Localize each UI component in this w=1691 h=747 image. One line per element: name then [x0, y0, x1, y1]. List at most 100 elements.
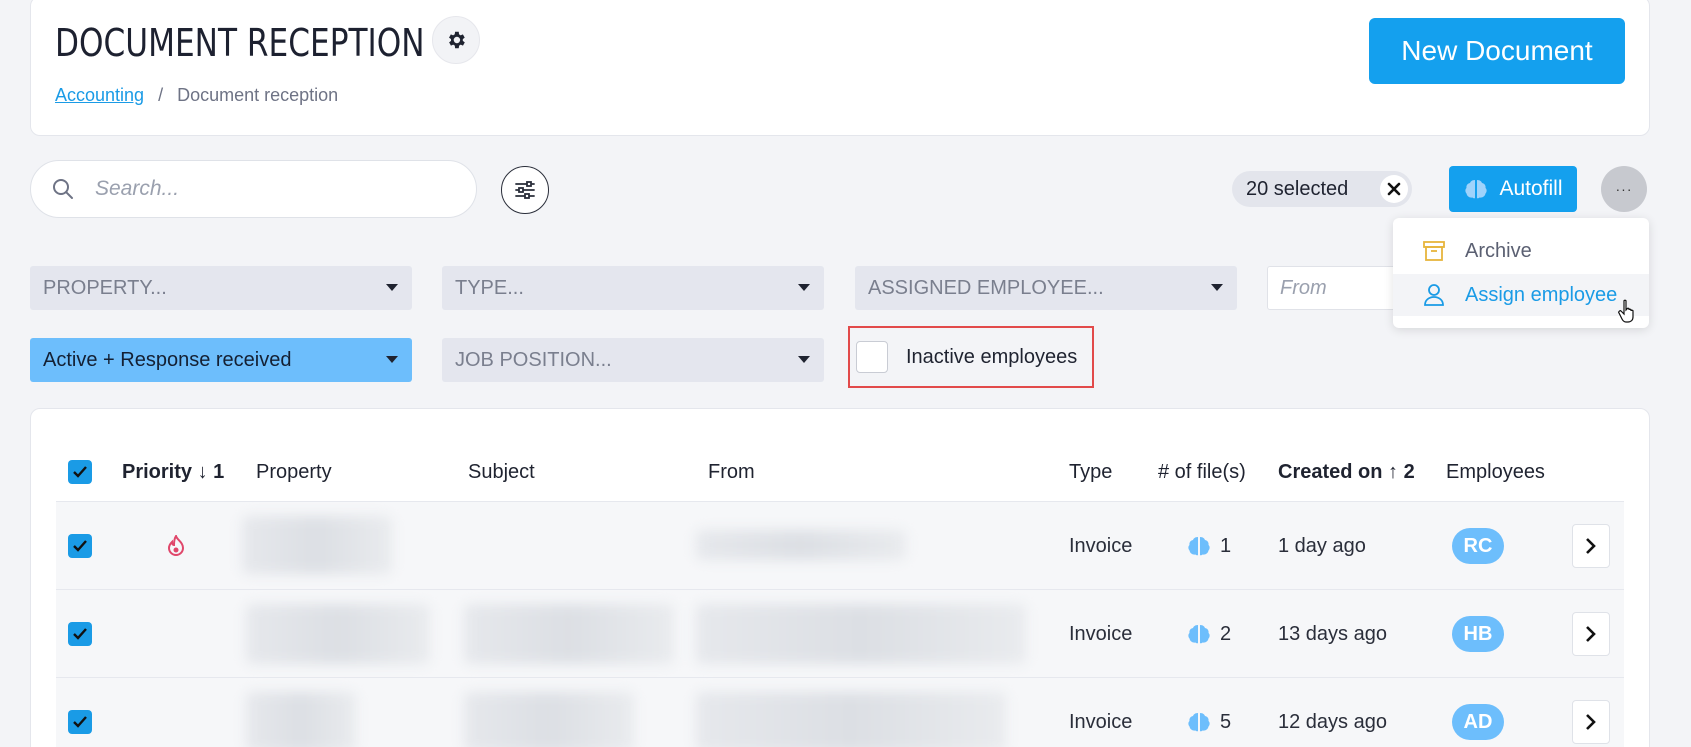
row-files-count: 5: [1220, 710, 1232, 733]
chevron-right-icon: [1586, 714, 1596, 730]
column-created-on[interactable]: Created on ↑ 2: [1278, 444, 1415, 500]
assigned-employee-filter[interactable]: ASSIGNED EMPLOYEE...: [855, 266, 1237, 310]
caret-down-icon: [386, 356, 398, 363]
check-icon: [73, 716, 87, 728]
inactive-employees-label: Inactive employees: [906, 345, 1078, 368]
chevron-right-icon: [1586, 538, 1596, 554]
caret-down-icon: [386, 284, 398, 291]
archive-icon: [1423, 240, 1445, 262]
caret-down-icon: [798, 356, 810, 363]
row-created: 1 day ago: [1278, 534, 1366, 557]
brain-icon: [1188, 713, 1210, 732]
search-input[interactable]: [95, 177, 435, 201]
check-icon: [73, 628, 87, 640]
table-row[interactable]: Invoice 1 1 day ago RC: [56, 501, 1624, 589]
blurred-property: [246, 604, 430, 664]
blurred-from: [696, 692, 1006, 747]
close-icon: [1387, 182, 1401, 196]
row-open[interactable]: [1572, 590, 1610, 678]
selected-count-label: 20 selected: [1246, 177, 1349, 200]
row-open[interactable]: [1572, 678, 1610, 747]
gear-icon: [449, 31, 465, 49]
user-icon: [1423, 284, 1445, 306]
row-files: 5: [1186, 678, 1231, 747]
row-type: Invoice: [1069, 534, 1133, 557]
row-employee: HB: [1452, 590, 1504, 678]
new-document-button[interactable]: New Document: [1369, 18, 1625, 84]
breadcrumb-accounting-link[interactable]: Accounting: [55, 85, 144, 106]
assigned-employee-filter-label: ASSIGNED EMPLOYEE...: [868, 276, 1104, 299]
selected-count-pill: 20 selected: [1232, 171, 1412, 207]
check-icon: [73, 540, 87, 552]
type-filter[interactable]: TYPE...: [442, 266, 824, 310]
column-from[interactable]: From: [708, 444, 755, 500]
row-type: Invoice: [1069, 622, 1133, 645]
inactive-employees-checkbox[interactable]: [856, 341, 888, 373]
inactive-employees-toggle[interactable]: Inactive employees: [848, 326, 1094, 388]
menu-item-assign-employee[interactable]: Assign employee: [1393, 274, 1649, 316]
select-all-checkbox[interactable]: [68, 444, 92, 500]
breadcrumb-current: Document reception: [177, 85, 339, 105]
row-checkbox[interactable]: [68, 590, 92, 678]
search-box[interactable]: [30, 160, 477, 218]
sliders-icon: [515, 181, 535, 199]
settings-button[interactable]: [432, 16, 480, 64]
row-type: Invoice: [1069, 710, 1133, 733]
hand-cursor-icon: [1618, 299, 1634, 323]
date-from-input[interactable]: From: [1267, 266, 1397, 310]
column-priority[interactable]: Priority ↓ 1: [122, 444, 224, 500]
autofill-button[interactable]: Autofill: [1449, 166, 1577, 212]
header-card: DOCUMENT RECEPTION Accounting / Document…: [30, 0, 1650, 136]
page-title: DOCUMENT RECEPTION: [55, 21, 425, 65]
row-employee: AD: [1452, 678, 1504, 747]
row-checkbox[interactable]: [68, 678, 92, 747]
property-filter-label: PROPERTY...: [43, 276, 167, 299]
column-files[interactable]: # of file(s): [1158, 444, 1246, 500]
date-from-placeholder: From: [1280, 276, 1327, 299]
row-files: 1: [1186, 502, 1231, 590]
column-type[interactable]: Type: [1069, 444, 1112, 500]
column-property[interactable]: Property: [256, 444, 332, 500]
search-icon: [53, 179, 73, 199]
brain-icon: [1188, 537, 1210, 556]
avatar[interactable]: HB: [1452, 616, 1504, 652]
row-files-count: 1: [1220, 534, 1232, 557]
status-filter[interactable]: Active + Response received: [30, 338, 412, 382]
check-icon: [73, 466, 87, 478]
row-created: 13 days ago: [1278, 622, 1387, 645]
more-actions-button[interactable]: ···: [1601, 166, 1647, 212]
table-row[interactable]: Invoice 5 12 days ago AD: [56, 677, 1624, 747]
blurred-property: [246, 692, 356, 747]
breadcrumb: Accounting / Document reception: [55, 85, 338, 106]
job-position-filter-label: JOB POSITION...: [455, 348, 612, 371]
row-checkbox[interactable]: [68, 502, 92, 590]
menu-item-assign-employee-label: Assign employee: [1465, 283, 1618, 306]
row-employee: RC: [1452, 502, 1504, 590]
breadcrumb-separator: /: [158, 85, 164, 105]
avatar[interactable]: RC: [1452, 528, 1504, 564]
status-filter-label: Active + Response received: [43, 348, 292, 371]
table-row[interactable]: Invoice 2 13 days ago HB: [56, 589, 1624, 677]
column-employees[interactable]: Employees: [1446, 444, 1545, 500]
blurred-subject: [464, 692, 634, 747]
filter-settings-button[interactable]: [501, 166, 549, 214]
brain-icon: [1188, 625, 1210, 644]
caret-down-icon: [798, 284, 810, 291]
row-open[interactable]: [1572, 502, 1610, 590]
blurred-subject: [464, 604, 674, 664]
autofill-label: Autofill: [1499, 177, 1563, 200]
caret-down-icon: [1211, 284, 1223, 291]
row-files: 2: [1186, 590, 1231, 678]
chevron-right-icon: [1586, 626, 1596, 642]
job-position-filter[interactable]: JOB POSITION...: [442, 338, 824, 382]
table-header: Priority ↓ 1 Property Subject From Type …: [56, 444, 1624, 500]
row-files-count: 2: [1220, 622, 1232, 645]
avatar[interactable]: AD: [1452, 704, 1504, 740]
priority-flame-icon: [166, 502, 186, 590]
actions-dropdown: Archive Assign employee: [1393, 218, 1649, 328]
column-subject[interactable]: Subject: [468, 444, 535, 500]
clear-selection-button[interactable]: [1380, 175, 1408, 203]
property-filter[interactable]: PROPERTY...: [30, 266, 412, 310]
menu-item-archive[interactable]: Archive: [1393, 230, 1649, 272]
brain-icon: [1465, 180, 1488, 199]
